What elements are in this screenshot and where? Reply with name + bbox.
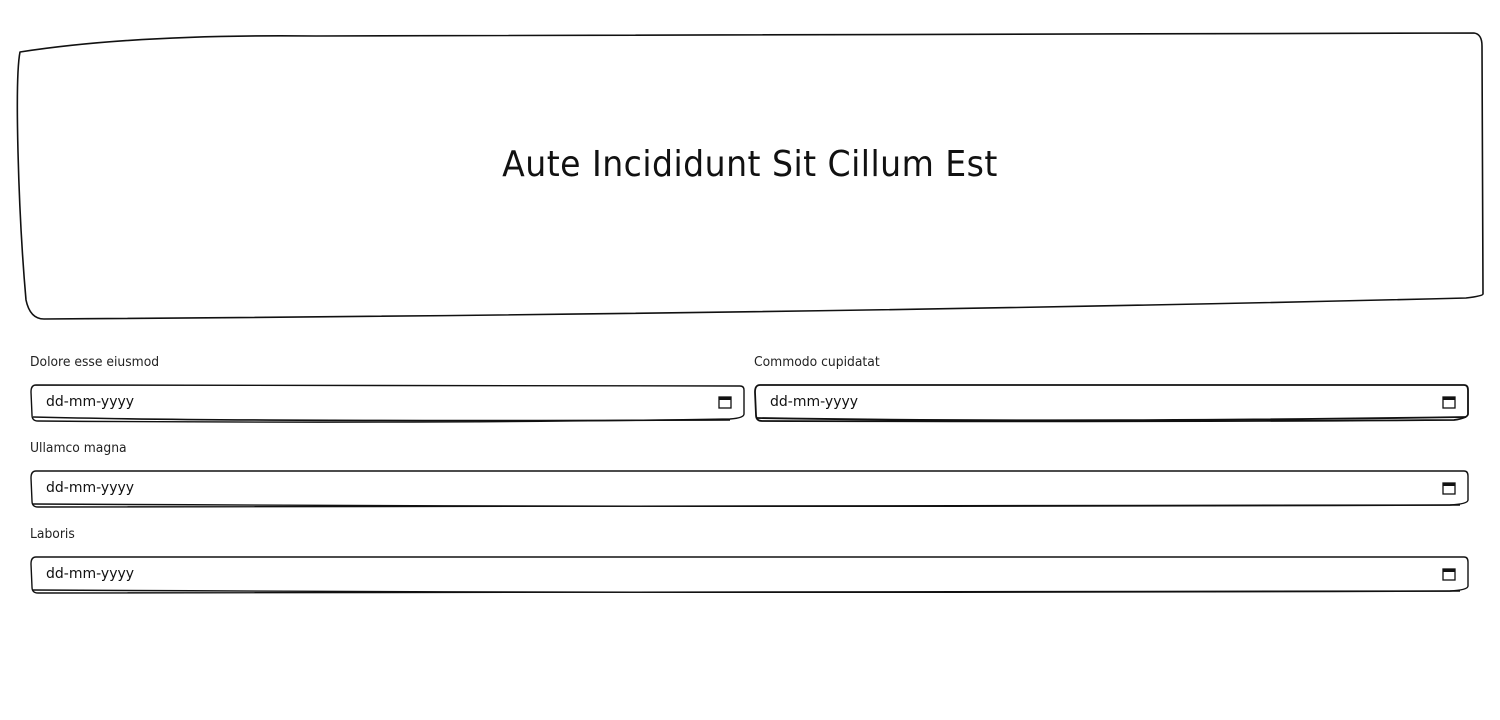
field-label: Laboris (30, 527, 75, 542)
hero-banner: Aute Incididunt Sit Cillum Est (16, 32, 1484, 320)
field-label: Ullamco magna (30, 441, 127, 456)
date-input[interactable]: dd-mm-yyyy (30, 556, 1470, 594)
field-commodo-cupidatat: Commodo cupidatat dd-mm-yyyy (754, 352, 1470, 423)
date-placeholder: dd-mm-yyyy (46, 566, 135, 582)
input-border (30, 384, 745, 423)
date-input[interactable]: dd-mm-yyyy (30, 384, 746, 423)
input-border (30, 556, 1469, 594)
field-ullamco-magna: Ullamco magna dd-mm-yyyy (30, 438, 1470, 508)
calendar-icon[interactable] (1442, 481, 1456, 495)
calendar-icon[interactable] (718, 395, 732, 409)
field-label: Commodo cupidatat (754, 355, 880, 370)
calendar-icon[interactable] (1442, 395, 1456, 409)
date-input[interactable]: dd-mm-yyyy (30, 470, 1470, 508)
input-border (754, 384, 1469, 423)
date-placeholder: dd-mm-yyyy (46, 394, 135, 410)
date-placeholder: dd-mm-yyyy (770, 394, 859, 410)
page: Aute Incididunt Sit Cillum Est Dolore es… (0, 0, 1500, 720)
field-label: Dolore esse eiusmod (30, 355, 160, 370)
field-laboris: Laboris dd-mm-yyyy (30, 524, 1470, 594)
calendar-icon[interactable] (1442, 567, 1456, 581)
date-input[interactable]: dd-mm-yyyy (754, 384, 1470, 423)
input-border (30, 470, 1469, 508)
field-dolore-esse-eiusmod: Dolore esse eiusmod dd-mm-yyyy (30, 352, 746, 423)
date-placeholder: dd-mm-yyyy (46, 480, 135, 496)
hero-title: Aute Incididunt Sit Cillum Est (502, 144, 998, 185)
